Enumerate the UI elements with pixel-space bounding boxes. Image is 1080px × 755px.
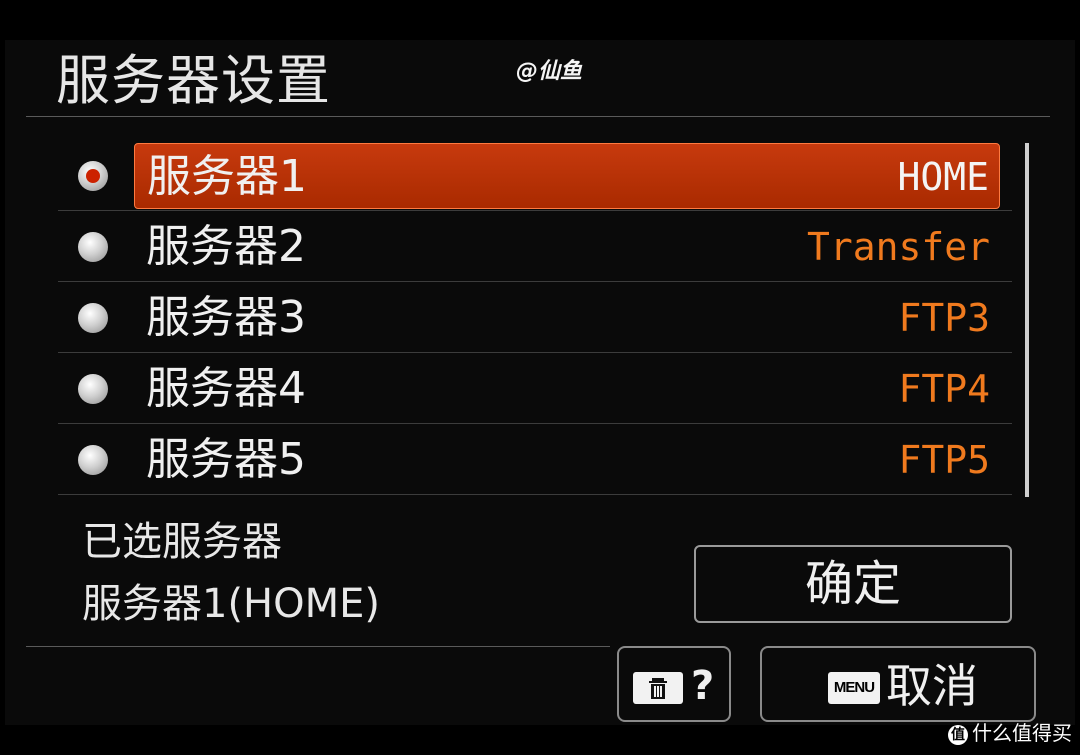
title-divider [26, 116, 1050, 117]
scrollbar-thumb[interactable] [1025, 143, 1029, 497]
radio-icon[interactable] [78, 445, 108, 475]
radio-icon[interactable] [78, 232, 108, 262]
server-row-3[interactable]: 服务器3 FTP3 [58, 282, 1012, 353]
server-item-1[interactable]: 服务器1 HOME [134, 143, 1000, 209]
server-row-4[interactable]: 服务器4 FTP4 [58, 353, 1012, 424]
server-tag: Transfer [806, 225, 990, 269]
server-row-2[interactable]: 服务器2 Transfer [58, 211, 1012, 282]
radio-icon[interactable] [78, 374, 108, 404]
server-tag: FTP5 [898, 438, 990, 482]
server-item-2[interactable]: 服务器2 Transfer [134, 214, 1000, 280]
radio-icon[interactable] [78, 303, 108, 333]
footer-divider [26, 646, 610, 647]
server-name: 服务器3 [146, 292, 306, 343]
menu-key-icon: MENU [828, 672, 880, 704]
server-tag: HOME [897, 155, 989, 199]
cancel-label: 取消 [886, 659, 978, 713]
selected-server-value: 服务器1(HOME) [82, 581, 381, 627]
server-name: 服务器5 [146, 434, 306, 485]
server-name: 服务器2 [146, 221, 306, 272]
trash-icon [633, 672, 683, 704]
server-item-4[interactable]: 服务器4 FTP4 [134, 356, 1000, 422]
radio-selected-icon[interactable] [78, 161, 108, 191]
delete-help-button[interactable]: ? [617, 646, 731, 722]
brand-icon: 值 [948, 724, 968, 745]
brand-logo: 值什么值得买 [948, 721, 1072, 745]
server-row-1[interactable]: 服务器1 HOME [58, 140, 1012, 211]
brand-text: 什么值得买 [972, 721, 1072, 745]
server-name: 服务器4 [146, 363, 306, 414]
server-list: 服务器1 HOME 服务器2 Transfer 服务器3 FTP3 服务器4 F… [58, 140, 1012, 495]
server-name: 服务器1 [147, 151, 307, 202]
camera-screen: 服务器设置 @仙鱼 服务器1 HOME 服务器2 Transfer 服务器3 F… [0, 0, 1080, 755]
confirm-button[interactable]: 确定 [694, 545, 1012, 623]
watermark: @仙鱼 [516, 59, 583, 84]
page-title: 服务器设置 [56, 49, 331, 112]
cancel-button[interactable]: MENU 取消 [760, 646, 1036, 722]
server-tag: FTP3 [898, 296, 990, 340]
selected-server-label: 已选服务器 [82, 519, 282, 565]
server-row-5[interactable]: 服务器5 FTP5 [58, 424, 1012, 495]
server-tag: FTP4 [898, 367, 990, 411]
help-icon: ? [691, 663, 715, 709]
server-item-5[interactable]: 服务器5 FTP5 [134, 427, 1000, 493]
server-item-3[interactable]: 服务器3 FTP3 [134, 285, 1000, 351]
